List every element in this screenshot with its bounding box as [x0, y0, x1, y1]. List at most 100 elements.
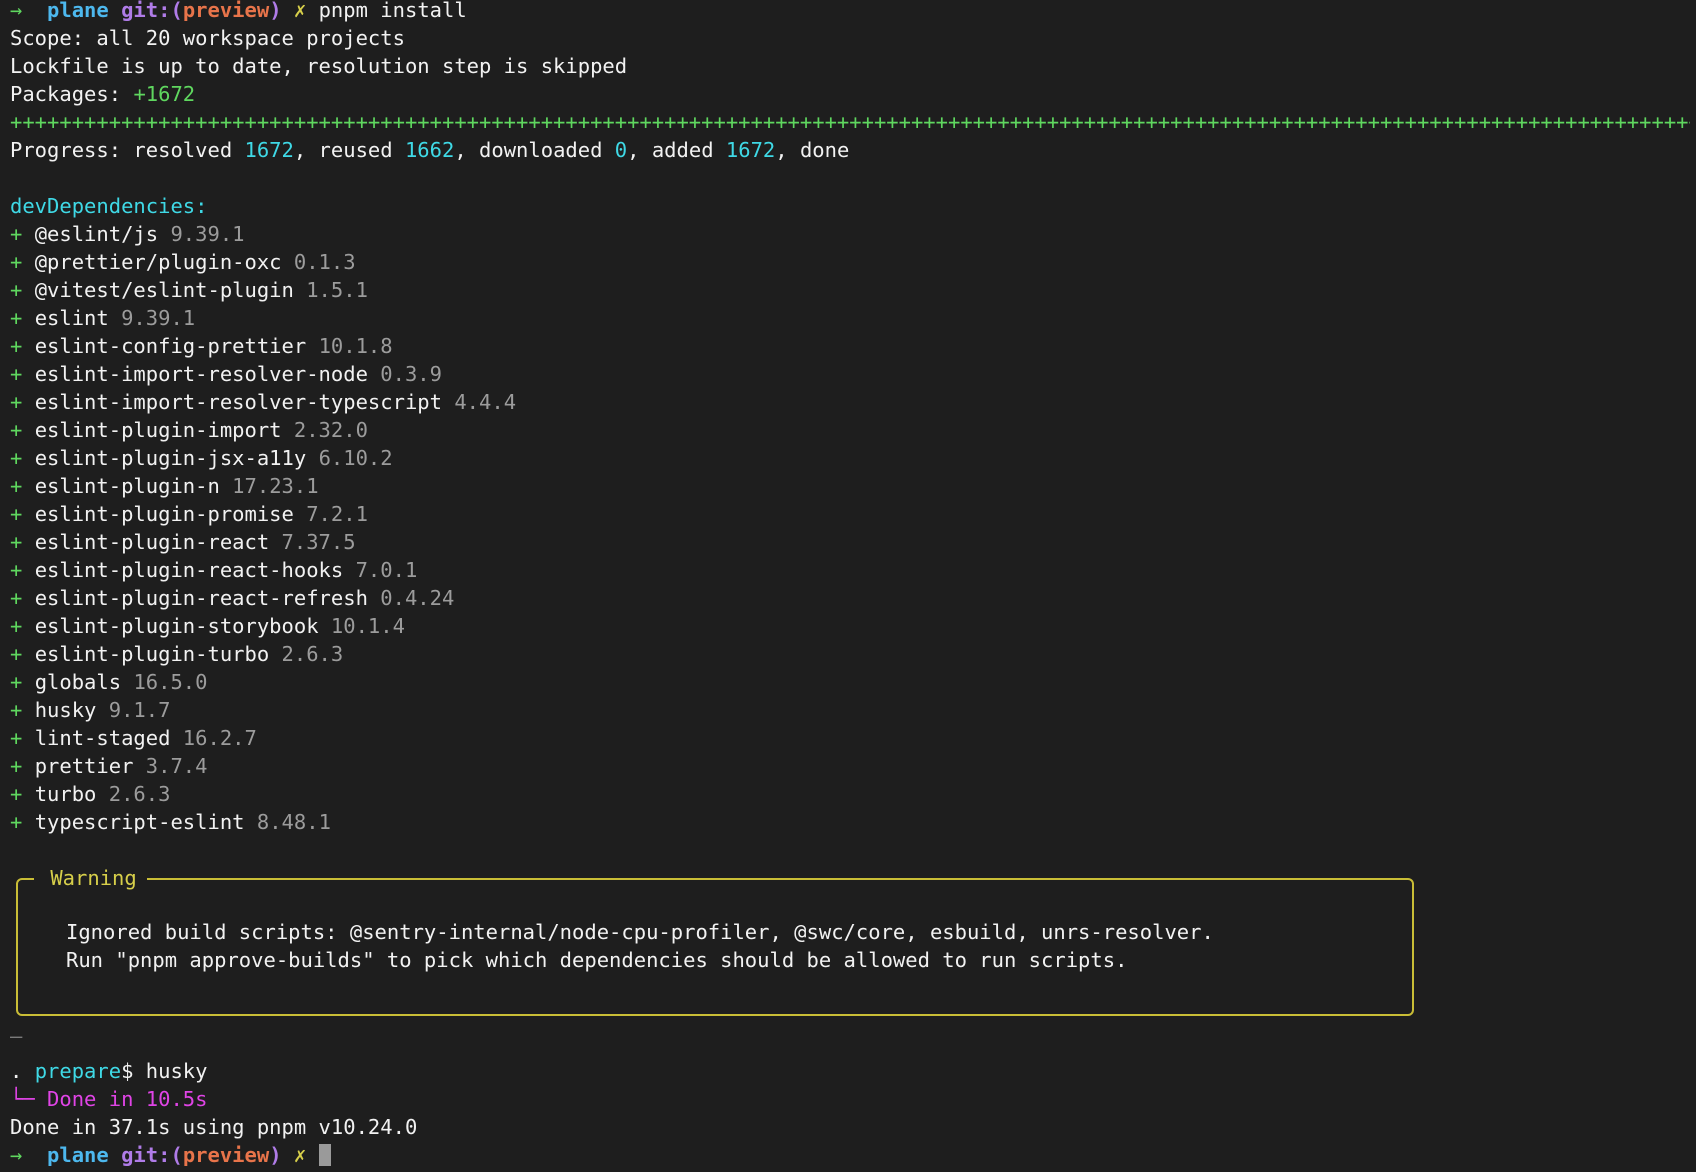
dependency-item: + turbo 2.6.3 [10, 780, 1690, 808]
plus-icon: + [10, 362, 23, 386]
dependency-name: globals [34, 670, 122, 694]
dependency-name: @eslint/js [34, 222, 159, 246]
plus-icon: + [10, 530, 23, 554]
prompt-branch-2: preview [182, 1143, 270, 1167]
tree-branch-icon: └─ [10, 1087, 35, 1111]
plus-icon: + [10, 810, 23, 834]
final-done-line: Done in 37.1s using pnpm v10.24.0 [10, 1115, 418, 1139]
dependency-version: 16.5.0 [133, 670, 208, 694]
dependency-item: + @prettier/plugin-oxc 0.1.3 [10, 248, 1690, 276]
dependency-item: + husky 9.1.7 [10, 696, 1690, 724]
dependency-item: + @eslint/js 9.39.1 [10, 220, 1690, 248]
dependency-version: 2.6.3 [108, 782, 171, 806]
dependency-name: eslint-config-prettier [34, 334, 307, 358]
dependency-version: 7.37.5 [281, 530, 356, 554]
plus-icon: + [10, 782, 23, 806]
prepare-command: husky [145, 1059, 208, 1083]
dependency-name: eslint-plugin-promise [34, 502, 294, 526]
dependency-item: + eslint-config-prettier 10.1.8 [10, 332, 1690, 360]
plus-icon: + [10, 278, 23, 302]
separator-dash: — [10, 1024, 23, 1048]
dependency-item: + eslint-plugin-n 17.23.1 [10, 472, 1690, 500]
dependency-name: eslint-import-resolver-typescript [34, 390, 442, 414]
progress-done-label: , done [775, 138, 850, 162]
plus-icon: + [10, 614, 23, 638]
dependency-item: + eslint-plugin-import 2.32.0 [10, 416, 1690, 444]
prepare-dot: . [10, 1059, 23, 1083]
dependency-name: eslint-plugin-react-hooks [34, 558, 344, 582]
prompt-git-prefix-2: git:( [121, 1143, 183, 1167]
dependency-version: 7.0.1 [355, 558, 418, 582]
dependency-version: 9.1.7 [108, 698, 171, 722]
dependency-name: eslint-plugin-storybook [34, 614, 319, 638]
progress-reused-label: , reused [293, 138, 405, 162]
progress-downloaded-label: , downloaded [454, 138, 615, 162]
dependency-name: eslint-import-resolver-node [34, 362, 368, 386]
dependency-name: prettier [34, 754, 134, 778]
progress-line: Progress: resolved 1672, reused 1662, do… [10, 136, 1690, 164]
cursor[interactable] [318, 1144, 331, 1166]
dependency-item: + eslint-import-resolver-typescript 4.4.… [10, 388, 1690, 416]
prompt-arrow: → [10, 0, 23, 22]
dependency-item: + eslint-plugin-turbo 2.6.3 [10, 640, 1690, 668]
prepare-done-line: └─ Done in 10.5s [10, 1085, 417, 1113]
prompt-line-2: → plane git:(preview) ✗ [10, 1141, 417, 1169]
dependency-item: + eslint-import-resolver-node 0.3.9 [10, 360, 1690, 388]
dependency-version: 2.32.0 [293, 418, 368, 442]
plus-icon: + [10, 306, 23, 330]
prompt-git-suffix: ) [269, 0, 282, 22]
prepare-done: Done in 10.5s [47, 1087, 208, 1111]
dependency-item: + eslint-plugin-storybook 10.1.4 [10, 612, 1690, 640]
progress-label: Progress: resolved [10, 138, 245, 162]
plus-icon: + [10, 754, 23, 778]
dependency-item: + lint-staged 16.2.7 [10, 724, 1690, 752]
plus-icon: + [10, 390, 23, 414]
progress-bar: ++++++++++++++++++++++++++++++++++++++++… [10, 110, 1690, 134]
prompt-dir-2: plane [47, 1143, 109, 1167]
prompt-line: → plane git:(preview) ✗ pnpm install [10, 0, 1690, 24]
plus-icon: + [10, 418, 23, 442]
dependency-name: eslint [34, 306, 109, 330]
scope-line: Scope: all 20 workspace projects [10, 26, 405, 50]
dependency-version: 10.1.4 [330, 614, 405, 638]
dependency-item: + eslint-plugin-react-hooks 7.0.1 [10, 556, 1690, 584]
prepare-script: prepare [34, 1059, 122, 1083]
plus-icon: + [10, 586, 23, 610]
dependency-version: 6.10.2 [318, 446, 393, 470]
dependency-version: 9.39.1 [121, 306, 196, 330]
dependency-list: + @eslint/js 9.39.1 + @prettier/plugin-ox… [10, 220, 1690, 836]
warning-box: Warning Ignored build scripts: @sentry-i… [16, 864, 1414, 1016]
plus-icon: + [10, 726, 23, 750]
dependency-version: 0.3.9 [380, 362, 442, 386]
progress-reused: 1662 [404, 138, 455, 162]
packages-label: Packages: [10, 82, 122, 106]
dependency-version: 16.2.7 [182, 726, 257, 750]
dependency-item: + eslint-plugin-react-refresh 0.4.24 [10, 584, 1690, 612]
dependency-name: eslint-plugin-jsx-a11y [34, 446, 307, 470]
plus-icon: + [10, 558, 23, 582]
dependency-version: 10.1.8 [318, 334, 393, 358]
warning-title: Warning [34, 864, 147, 892]
dependency-item: + eslint-plugin-promise 7.2.1 [10, 500, 1690, 528]
prompt-dirty-mark-2: ✗ [293, 1143, 307, 1167]
dependency-name: @vitest/eslint-plugin [34, 278, 294, 302]
dependency-name: eslint-plugin-turbo [34, 642, 270, 666]
dependency-version: 9.39.1 [170, 222, 245, 246]
terminal-tail: . prepare$ husky └─ Done in 10.5s Done i… [10, 1057, 417, 1169]
lockfile-line: Lockfile is up to date, resolution step … [10, 54, 628, 78]
dependency-version: 17.23.1 [232, 474, 319, 498]
dependency-name: eslint-plugin-react-refresh [34, 586, 368, 610]
prompt-arrow-2: → [10, 1143, 23, 1167]
prepare-line: . prepare$ husky [10, 1057, 417, 1085]
warning-body: Ignored build scripts: @sentry-internal/… [66, 918, 1214, 974]
progress-resolved: 1672 [244, 138, 294, 162]
dependency-item: + eslint 9.39.1 [10, 304, 1690, 332]
dependency-item: + prettier 3.7.4 [10, 752, 1690, 780]
dependency-item: + eslint-plugin-jsx-a11y 6.10.2 [10, 444, 1690, 472]
prompt-dir: plane [47, 0, 109, 22]
progress-added-label: , added [627, 138, 726, 162]
warning-title-text: Warning [50, 866, 137, 890]
dependency-item: + globals 16.5.0 [10, 668, 1690, 696]
dependency-item: + @vitest/eslint-plugin 1.5.1 [10, 276, 1690, 304]
